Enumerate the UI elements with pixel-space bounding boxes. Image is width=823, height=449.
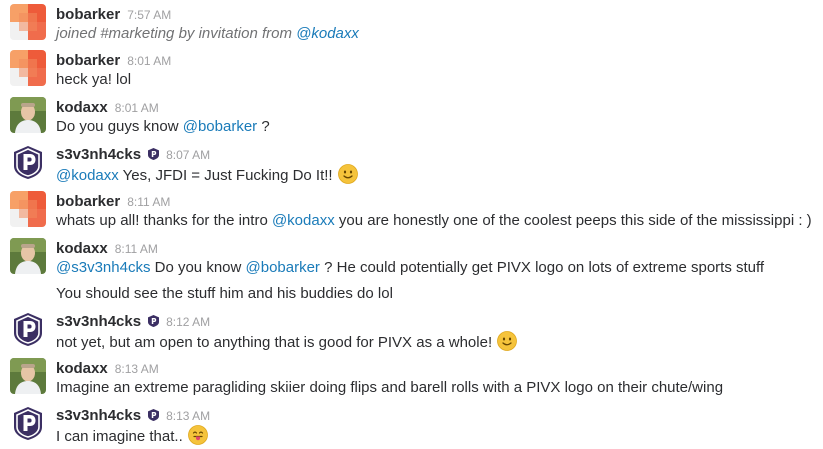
user-mention-link[interactable]: @bobarker	[183, 118, 257, 135]
sender-name[interactable]: s3v3nh4cks	[56, 313, 141, 330]
pivx-badge-icon	[148, 409, 160, 421]
sender-name[interactable]: kodaxx	[56, 360, 108, 377]
bobarker-avatar[interactable]	[10, 50, 46, 86]
message-feed: bobarker 7:57 AM joined #marketing by invi…	[0, 0, 823, 449]
user-mention-link[interactable]: @s3v3nh4cks	[56, 259, 150, 276]
user-mention-link[interactable]: @bobarker	[246, 259, 320, 276]
message-text: @s3v3nh4cks Do you know @bobarker ? He c…	[56, 258, 764, 278]
bobarker-avatar[interactable]	[10, 191, 46, 227]
timestamp[interactable]: 8:11 AM	[127, 195, 170, 209]
message-header: bobarker 7:57 AM	[56, 6, 171, 24]
sender-name[interactable]: kodaxx	[56, 99, 108, 116]
text-segment: ?	[257, 118, 270, 135]
text-segment: you are honestly one of the coolest peep…	[334, 212, 812, 229]
message-7: s3v3nh4cks 8:12 AM not yet, but am open to…	[0, 311, 823, 355]
message-text: You should see the stuff him and his bud…	[56, 284, 393, 304]
text-segment: ? He could potentially get PIVX logo on …	[319, 259, 765, 276]
message-8: kodaxx 8:13 AM Imagine an extreme paraglid…	[0, 358, 823, 402]
timestamp[interactable]: 8:07 AM	[166, 148, 210, 162]
kodaxx-avatar[interactable]	[10, 97, 46, 133]
timestamp[interactable]: 8:11 AM	[115, 242, 158, 256]
text-segment: whats up all! thanks for the intro	[56, 212, 272, 229]
message-2: bobarker 8:01 AM heck ya! lol	[0, 50, 823, 94]
message-text: not yet, but am open to anything that is…	[56, 331, 518, 353]
message-header: s3v3nh4cks 8:07 AM	[56, 146, 210, 164]
pivx-avatar[interactable]	[10, 405, 46, 441]
user-mention-link[interactable]: @kodaxx	[272, 212, 335, 229]
tongue-out-face-emoji	[187, 425, 208, 445]
timestamp[interactable]: 8:13 AM	[115, 362, 159, 376]
kodaxx-avatar[interactable]	[10, 238, 46, 274]
message-1: bobarker 7:57 AM joined #marketing by invi…	[0, 4, 823, 48]
system-message-text: joined #marketing by invitation from @ko…	[56, 24, 359, 44]
sender-name[interactable]: bobarker	[56, 6, 120, 23]
message-text: I can imagine that..	[56, 425, 208, 447]
sender-name[interactable]: bobarker	[56, 193, 120, 210]
message-header: s3v3nh4cks 8:12 AM	[56, 313, 210, 331]
pivx-badge-icon	[148, 148, 160, 160]
message-3: kodaxx 8:01 AM Do you guys know @bobarker …	[0, 97, 823, 141]
text-segment: Imagine an extreme paragliding skiier do…	[56, 379, 724, 396]
timestamp[interactable]: 7:57 AM	[127, 8, 171, 22]
text-segment: Yes, JFDI = Just Fucking Do It!!	[118, 167, 333, 184]
message-header: kodaxx 8:11 AM	[56, 240, 158, 258]
message-text: Imagine an extreme paragliding skiier do…	[56, 378, 723, 398]
message-5: bobarker 8:11 AM whats up all! thanks for …	[0, 191, 823, 235]
sender-name[interactable]: s3v3nh4cks	[56, 407, 141, 424]
kodaxx-avatar[interactable]	[10, 358, 46, 394]
user-mention-link[interactable]: @kodaxx	[296, 25, 359, 42]
message-header: bobarker 8:01 AM	[56, 52, 171, 70]
text-segment: I can imagine that..	[56, 428, 183, 445]
timestamp[interactable]: 8:12 AM	[166, 315, 210, 329]
pivx-avatar[interactable]	[10, 311, 46, 347]
slightly-smiling-face-emoji	[497, 331, 518, 351]
text-segment: not yet, but am open to anything that is…	[56, 334, 493, 351]
text-segment: You should see the stuff him and his bud…	[56, 285, 393, 302]
text-segment: heck ya! lol	[56, 71, 132, 88]
text-segment: Do you know	[150, 259, 246, 276]
sender-name[interactable]: s3v3nh4cks	[56, 146, 141, 163]
message-text: @kodaxx Yes, JFDI = Just Fucking Do It!!	[56, 164, 358, 186]
message-text: heck ya! lol	[56, 70, 131, 90]
sender-name[interactable]: kodaxx	[56, 240, 108, 257]
message-header: kodaxx 8:13 AM	[56, 360, 159, 378]
message-9: s3v3nh4cks 8:13 AM I can imagine that..	[0, 405, 823, 449]
pivx-avatar[interactable]	[10, 144, 46, 180]
message-text: Do you guys know @bobarker ?	[56, 117, 270, 137]
message-header: bobarker 8:11 AM	[56, 193, 170, 211]
message-6: kodaxx 8:11 AM @s3v3nh4cks Do you know @bo…	[0, 238, 823, 306]
pivx-badge-icon	[148, 315, 160, 327]
timestamp[interactable]: 8:01 AM	[127, 54, 171, 68]
text-segment: joined #marketing by invitation from	[56, 25, 297, 42]
timestamp[interactable]: 8:01 AM	[115, 101, 159, 115]
sender-name[interactable]: bobarker	[56, 52, 120, 69]
text-segment: Do you guys know	[56, 118, 183, 135]
user-mention-link[interactable]: @kodaxx	[56, 167, 119, 184]
message-4: s3v3nh4cks 8:07 AM @kodaxx Yes, JFDI = Jus…	[0, 144, 823, 188]
timestamp[interactable]: 8:13 AM	[166, 409, 210, 423]
slightly-smiling-face-emoji	[337, 164, 358, 184]
message-header: kodaxx 8:01 AM	[56, 99, 159, 117]
bobarker-avatar[interactable]	[10, 4, 46, 40]
message-text: whats up all! thanks for the intro @koda…	[56, 211, 812, 231]
message-header: s3v3nh4cks 8:13 AM	[56, 407, 210, 425]
